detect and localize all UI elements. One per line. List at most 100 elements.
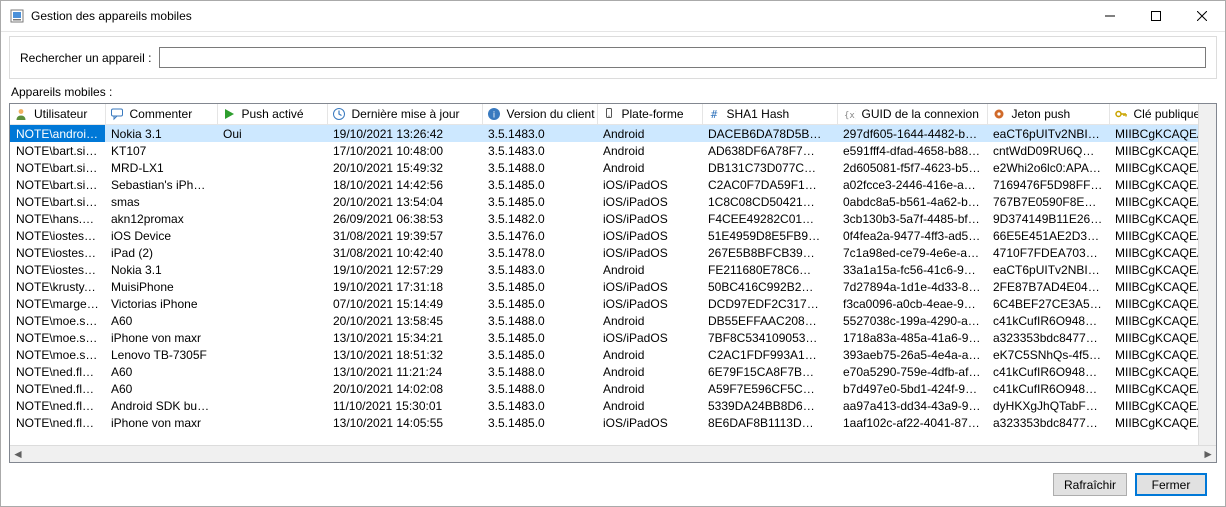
cell-pubkey: MIIBCgKCAQEApflRba [1109,414,1198,431]
cell-token: 767B7E0590F8E9… [987,193,1109,210]
cell-comment: Sebastian's iPhoner [105,176,217,193]
grid-header-row: Utilisateur Commenter [10,104,1198,125]
cell-platform: iOS/iPadOS [597,176,702,193]
cell-push [217,159,327,176]
cell-token: a323353bdc8477… [987,414,1109,431]
key-icon [1114,107,1128,121]
cell-token: 6C4BEF27CE3A5D… [987,295,1109,312]
cell-platform: Android [597,380,702,397]
cell-platform: iOS/iPadOS [597,295,702,312]
col-version[interactable]: i Version du client [482,104,597,125]
svg-text:i: i [493,110,495,120]
refresh-button[interactable]: Rafraîchir [1053,473,1127,496]
cell-push [217,227,327,244]
col-pubkey[interactable]: Clé publique [1109,104,1198,125]
cell-comment: MuisiPhone [105,278,217,295]
cell-comment: akn12promax [105,210,217,227]
cell-platform: iOS/iPadOS [597,414,702,431]
col-platform[interactable]: Plate-forme [597,104,702,125]
cell-version: 3.5.1483.0 [482,125,597,143]
table-row[interactable]: NOTE\bart.simp…KT10717/10/2021 10:48:003… [10,142,1198,159]
search-input[interactable] [159,47,1206,68]
cell-token: 2FE87B7AD4E040… [987,278,1109,295]
cell-updated: 26/09/2021 06:38:53 [327,210,482,227]
cell-user: NOTE\bart.simp… [10,193,105,210]
table-row[interactable]: NOTE\iostestuseriOS Device31/08/2021 19:… [10,227,1198,244]
cell-token: eK7C5SNhQs-4f5… [987,346,1109,363]
cell-push [217,312,327,329]
scroll-left-icon[interactable]: ◄ [12,447,24,461]
cell-updated: 13/10/2021 11:21:24 [327,363,482,380]
cell-user: NOTE\moe.szyslak [10,312,105,329]
horizontal-scrollbar[interactable]: ◄ ► [10,445,1216,462]
cell-pubkey: MIIBCgKCAQEA7apFfx [1109,142,1198,159]
cell-token: c41kCufIR6O948n… [987,363,1109,380]
cell-token: a323353bdc8477… [987,329,1109,346]
hash-icon: # [707,107,721,121]
maximize-button[interactable] [1133,1,1179,31]
cell-platform: Android [597,312,702,329]
cell-platform: Android [597,397,702,414]
table-row[interactable]: NOTE\bart.simp…MRD-LX120/10/2021 15:49:3… [10,159,1198,176]
col-token[interactable]: Jeton push [987,104,1109,125]
cell-platform: iOS/iPadOS [597,244,702,261]
table-row[interactable]: NOTE\moe.szyslakLenovo TB-7305F13/10/202… [10,346,1198,363]
cell-push [217,380,327,397]
user-icon [14,107,28,121]
close-window-button[interactable] [1179,1,1225,31]
cell-push [217,414,327,431]
table-row[interactable]: NOTE\androidte…Nokia 3.1Oui19/10/2021 13… [10,125,1198,143]
table-row[interactable]: NOTE\ned.fland…iPhone von maxr13/10/2021… [10,414,1198,431]
cell-user: NOTE\iostestuser [10,227,105,244]
cell-user: NOTE\ned.fland… [10,380,105,397]
cell-comment: Victorias iPhone [105,295,217,312]
svg-text:#: # [710,108,717,121]
table-row[interactable]: NOTE\krusty.th…MuisiPhone19/10/2021 17:3… [10,278,1198,295]
cell-guid: 3cb130b3-5a7f-4485-bf… [837,210,987,227]
col-guid[interactable]: {x} GUID de la connexion [837,104,987,125]
table-row[interactable]: NOTE\moe.szyslakA6020/10/2021 13:58:453.… [10,312,1198,329]
cell-pubkey: MIIBCgKCAQEA12iPIqc [1109,193,1198,210]
col-user[interactable]: Utilisateur [10,104,105,125]
col-push[interactable]: Push activé [217,104,327,125]
cell-pubkey: MIIBCgKCAQEA2k3OP [1109,278,1198,295]
col-sha1[interactable]: # SHA1 Hash [702,104,837,125]
cell-push [217,210,327,227]
cell-comment: A60 [105,380,217,397]
cell-user: NOTE\ned.fland… [10,414,105,431]
vertical-scrollbar[interactable] [1198,104,1216,445]
cell-version: 3.5.1485.0 [482,278,597,295]
col-comment[interactable]: Commenter [105,104,217,125]
table-row[interactable]: NOTE\ned.fland…A6020/10/2021 14:02:083.5… [10,380,1198,397]
table-row[interactable]: NOTE\ned.fland…Android SDK built …11/10/… [10,397,1198,414]
cell-updated: 20/10/2021 13:58:45 [327,312,482,329]
cell-version: 3.5.1488.0 [482,363,597,380]
cell-sha1: DCD97EDF2C317… [702,295,837,312]
cell-sha1: 5339DA24BB8D6… [702,397,837,414]
table-row[interactable]: NOTE\bart.simp…smas20/10/2021 13:54:043.… [10,193,1198,210]
titlebar: Gestion des appareils mobiles [1,1,1225,32]
table-row[interactable]: NOTE\iostestuseriPad (2)31/08/2021 10:42… [10,244,1198,261]
cell-push [217,397,327,414]
cell-pubkey: MIIBCgKCAQEApwT7C [1109,159,1198,176]
col-updated[interactable]: Dernière mise à jour [327,104,482,125]
push-icon [222,107,236,121]
table-row[interactable]: NOTE\moe.szyslakiPhone von maxr13/10/202… [10,329,1198,346]
cell-comment: iOS Device [105,227,217,244]
cell-platform: iOS/iPadOS [597,210,702,227]
minimize-button[interactable] [1087,1,1133,31]
cell-push [217,346,327,363]
cell-platform: Android [597,261,702,278]
cell-sha1: 50BC416C992B2… [702,278,837,295]
table-row[interactable]: NOTE\bart.simp…Sebastian's iPhoner18/10/… [10,176,1198,193]
cell-push [217,295,327,312]
close-button[interactable]: Fermer [1135,473,1207,496]
cell-token: 9D374149B11E26… [987,210,1109,227]
cell-sha1: 51E4959D8E5FB9… [702,227,837,244]
scroll-right-icon[interactable]: ► [1202,447,1214,461]
table-row[interactable]: NOTE\iostestuserNokia 3.119/10/2021 12:5… [10,261,1198,278]
table-row[interactable]: NOTE\ned.fland…A6013/10/2021 11:21:243.5… [10,363,1198,380]
table-row[interactable]: NOTE\marge.si…Victorias iPhone07/10/2021… [10,295,1198,312]
table-row[interactable]: NOTE\hans.mol…akn12promax26/09/2021 06:3… [10,210,1198,227]
cell-token: dyHKXgJhQTabFz… [987,397,1109,414]
